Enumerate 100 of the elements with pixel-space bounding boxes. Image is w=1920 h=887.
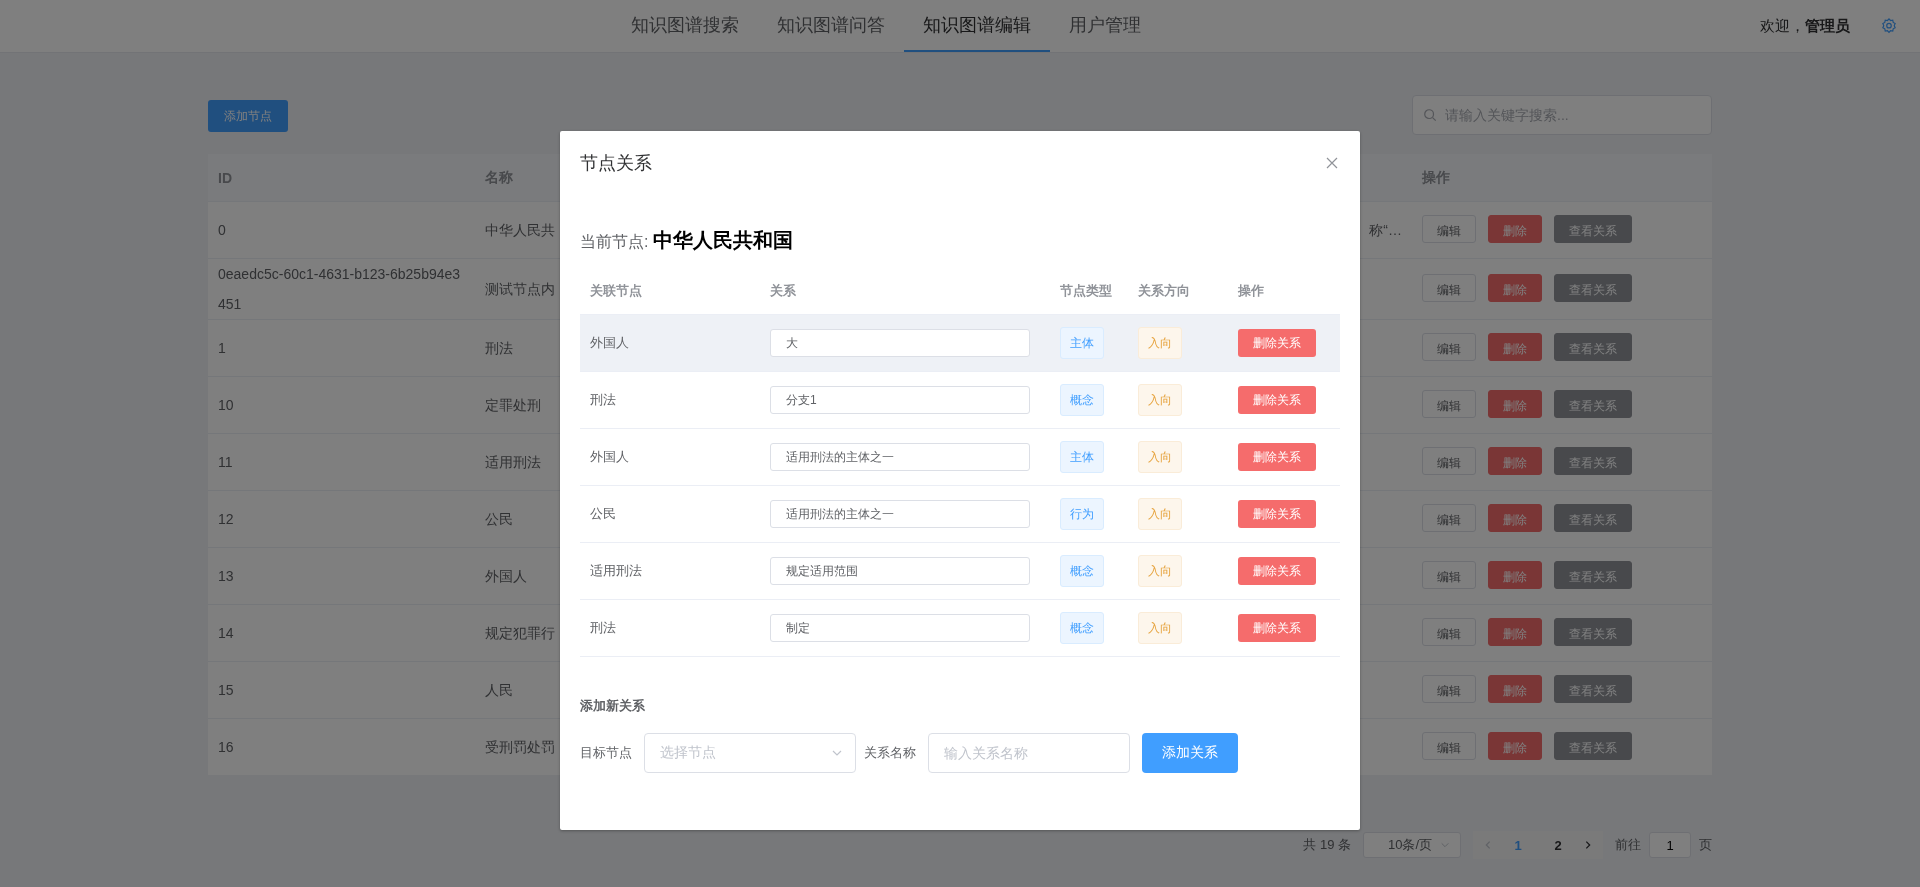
table-cell: 刑法 (590, 392, 616, 407)
delete-relation-button[interactable]: 删除关系 (1238, 557, 1316, 585)
search-icon (1423, 108, 1437, 122)
goto-label: 前往 (1615, 836, 1641, 854)
relation-input[interactable]: 规定适用范围 (770, 557, 1030, 585)
table-cell: 中华人民共 (485, 222, 555, 238)
table-cell: 13 (218, 568, 234, 584)
table-cell: 刑法 (590, 620, 616, 635)
delete-button[interactable]: 删除 (1487, 561, 1542, 589)
table-cell: 适用刑法 (590, 563, 642, 578)
delete-relation-button[interactable]: 删除关系 (1238, 500, 1316, 528)
edit-button[interactable]: 编辑 (1422, 274, 1476, 302)
table-cell: 0eaedc5c-60c1-4631-b123-6b25b94e3451 (218, 266, 461, 312)
delete-button[interactable]: 删除 (1487, 732, 1542, 760)
node-type-tag: 主体 (1060, 327, 1104, 359)
delete-button[interactable]: 删除 (1487, 390, 1542, 418)
node-type-tag: 概念 (1060, 612, 1104, 644)
chevron-right-icon[interactable] (1583, 840, 1593, 850)
relation-input[interactable]: 适用刑法的主体之一 (770, 500, 1030, 528)
page-number[interactable]: 1 (1503, 836, 1533, 854)
current-node-label: 当前节点: (580, 232, 649, 252)
table-cell: 公民 (485, 511, 513, 527)
edit-button[interactable]: 编辑 (1422, 561, 1476, 589)
node-type-tag: 行为 (1060, 498, 1104, 530)
direction-tag: 入向 (1138, 555, 1182, 587)
field-label: 关系名称 (864, 744, 916, 762)
page-number[interactable]: 2 (1543, 836, 1573, 854)
delete-relation-button[interactable]: 删除关系 (1238, 329, 1316, 357)
edit-button[interactable]: 编辑 (1422, 390, 1476, 418)
add-node-button[interactable]: 添加节点 (208, 100, 288, 132)
edit-button[interactable]: 编辑 (1422, 504, 1476, 532)
edit-button[interactable]: 编辑 (1422, 675, 1476, 703)
relation-input[interactable]: 适用刑法的主体之一 (770, 443, 1030, 471)
delete-button[interactable]: 删除 (1487, 618, 1542, 646)
relation-input[interactable]: 大 (770, 329, 1030, 357)
delete-button[interactable]: 删除 (1487, 333, 1542, 361)
field-label: 目标节点 (580, 744, 632, 762)
relation-name-field[interactable]: 输入关系名称 (928, 733, 1130, 773)
delete-button[interactable]: 删除 (1487, 447, 1542, 475)
delete-button[interactable]: 删除 (1487, 504, 1542, 532)
delete-relation-button[interactable]: 删除关系 (1238, 614, 1316, 642)
section-heading: 添加新关系 (580, 697, 646, 715)
table-cell: 1 (218, 340, 226, 356)
page-size-select[interactable]: 10条/页 (1363, 832, 1461, 858)
column-header: 关系方向 (1128, 268, 1228, 315)
add-relation-button[interactable]: 添加关系 (1142, 733, 1238, 773)
settings-icon[interactable] (1880, 17, 1898, 35)
table-cell: 11 (218, 454, 233, 470)
nav-tab[interactable]: 知识图谱编辑 (904, 0, 1050, 52)
table-cell: 受刑罚处罚 (485, 739, 555, 755)
edit-button[interactable]: 编辑 (1422, 447, 1476, 475)
welcome-text: 欢迎， (1760, 16, 1805, 36)
table-cell: 公民 (590, 506, 616, 521)
table-cell: 定罪处刑 (485, 397, 541, 413)
delete-relation-button[interactable]: 删除关系 (1238, 443, 1316, 471)
table-cell: 0 (218, 222, 226, 238)
edit-button[interactable]: 编辑 (1422, 732, 1476, 760)
total-count: 共 19 条 (1303, 836, 1351, 854)
table-cell: 适用刑法 (485, 454, 541, 470)
relation-input[interactable]: 制定 (770, 614, 1030, 642)
node-type-tag: 概念 (1060, 384, 1104, 416)
delete-button[interactable]: 删除 (1487, 215, 1542, 243)
table-cell: 10 (218, 397, 234, 413)
dialog-title: 节点关系 (580, 152, 652, 175)
page-suffix: 页 (1699, 836, 1712, 854)
relation-input[interactable]: 分支1 (770, 386, 1030, 414)
nav-tab[interactable]: 知识图谱问答 (758, 0, 904, 52)
direction-tag: 入向 (1138, 441, 1182, 473)
direction-tag: 入向 (1138, 327, 1182, 359)
edit-button[interactable]: 编辑 (1422, 215, 1476, 243)
direction-tag: 入向 (1138, 384, 1182, 416)
edit-button[interactable]: 编辑 (1422, 618, 1476, 646)
delete-button[interactable]: 删除 (1487, 675, 1542, 703)
close-icon[interactable] (1326, 157, 1338, 169)
table-cell: 外国人 (485, 568, 527, 584)
column-header: 操作 (1228, 268, 1340, 315)
user-name: 管理员 (1805, 16, 1850, 36)
table-cell: 测试节点内 (485, 281, 555, 297)
table-cell: 外国人 (590, 449, 629, 464)
edit-button[interactable]: 编辑 (1422, 333, 1476, 361)
node-type-tag: 概念 (1060, 555, 1104, 587)
table-cell: 人民 (485, 682, 513, 698)
direction-tag: 入向 (1138, 612, 1182, 644)
direction-tag: 入向 (1138, 498, 1182, 530)
table-cell: 15 (218, 682, 234, 698)
delete-button[interactable]: 删除 (1487, 274, 1542, 302)
table-cell: 12 (218, 511, 234, 527)
column-header: 关系 (760, 268, 1050, 315)
delete-relation-button[interactable]: 删除关系 (1238, 386, 1316, 414)
table-cell: 16 (218, 739, 234, 755)
node-type-tag: 主体 (1060, 441, 1104, 473)
target-node-select[interactable]: 选择节点 (644, 733, 856, 773)
table-cell: 外国人 (590, 335, 629, 350)
table-cell: 规定犯罪行 (485, 625, 555, 641)
page-input[interactable]: 1 (1649, 832, 1691, 858)
nav-tab[interactable]: 知识图谱搜索 (612, 0, 758, 52)
table-cell: 14 (218, 625, 234, 641)
column-header: 节点类型 (1050, 268, 1128, 315)
current-node-name: 中华人民共和国 (653, 228, 794, 253)
nav-tab[interactable]: 用户管理 (1050, 0, 1160, 52)
